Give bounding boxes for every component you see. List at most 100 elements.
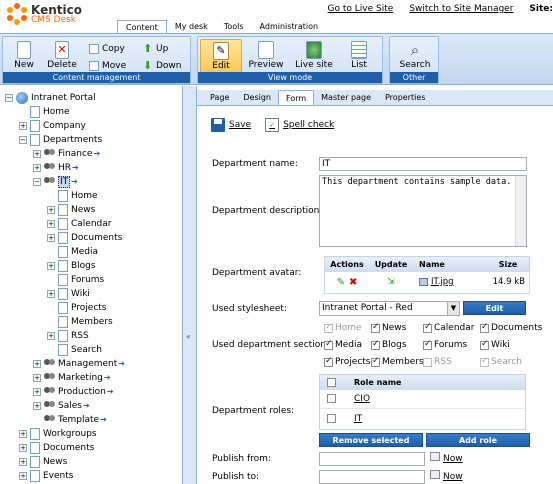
expand-icon[interactable]: + [47, 205, 55, 214]
tree-item-it[interactable]: − IT ➔ [33, 175, 78, 188]
edit-pencil-icon[interactable]: ✎ [337, 277, 345, 288]
section-checkbox[interactable] [371, 339, 380, 350]
add-role-button[interactable]: Add role [426, 433, 530, 447]
tree-item-it-documents[interactable]: + Documents [47, 231, 122, 244]
edit-mode-button[interactable]: ✎ Edit [200, 39, 242, 73]
section-documents[interactable]: Documents [480, 322, 542, 333]
tab-administration[interactable]: Administration [252, 20, 327, 33]
avatar-file-link[interactable]: IT.jpg [431, 277, 454, 287]
tree-item-hr[interactable]: + HR ➔ [33, 161, 79, 174]
collapse-icon[interactable]: − [5, 93, 13, 102]
section-members[interactable]: Members [371, 356, 424, 367]
tree-item-company[interactable]: + Company [19, 119, 86, 132]
expand-icon[interactable]: + [47, 219, 55, 228]
tree-item-sales[interactable]: + Sales ➔ [33, 399, 90, 412]
tree-item-it-rss[interactable]: + RSS [47, 329, 89, 342]
tree-item-it-news[interactable]: + News [47, 203, 95, 216]
textarea-scrollbar[interactable] [515, 176, 526, 246]
tree-item-management[interactable]: + Management ➔ [33, 357, 125, 370]
section-checkbox[interactable] [480, 322, 489, 333]
list-button[interactable]: List [340, 39, 378, 73]
tree-root[interactable]: − Intranet Portal [5, 91, 96, 104]
publish-to-input[interactable] [319, 470, 425, 484]
section-checkbox[interactable] [423, 322, 432, 333]
save-button[interactable]: Save [211, 118, 251, 132]
expand-icon[interactable]: + [33, 149, 41, 158]
switch-to-site-manager-link[interactable]: Switch to Site Manager [409, 4, 513, 14]
tab-design[interactable]: Design [236, 90, 278, 105]
preview-button[interactable]: Preview [246, 39, 286, 73]
tree-item-it-calendar[interactable]: + Calendar [47, 217, 111, 230]
tree-item-workgroups[interactable]: + Workgroups [19, 427, 97, 440]
expand-icon[interactable]: + [33, 373, 41, 382]
tab-master-page[interactable]: Master page [314, 90, 378, 105]
section-calendar[interactable]: Calendar [423, 322, 474, 333]
delete-button[interactable]: ✕ Delete [43, 39, 81, 73]
panel-splitter[interactable]: « [183, 86, 197, 484]
tree-item-it-projects[interactable]: Projects [58, 301, 106, 314]
chevron-down-icon[interactable]: ▼ [447, 302, 459, 315]
expand-icon[interactable]: + [19, 429, 27, 438]
tree-item-finance[interactable]: + Finance ➔ [33, 147, 100, 160]
section-projects[interactable]: Projects [324, 356, 370, 367]
section-checkbox[interactable] [371, 356, 380, 367]
section-media[interactable]: Media [324, 339, 362, 350]
tree-item-news[interactable]: + News [19, 455, 67, 468]
expand-icon[interactable]: + [47, 233, 55, 242]
expand-icon[interactable]: + [19, 121, 27, 130]
remove-selected-button[interactable]: Remove selected [319, 433, 423, 447]
delete-x-icon[interactable]: ✖ [349, 277, 357, 288]
publish-from-input[interactable] [319, 452, 425, 466]
role-link-cio[interactable]: CIO [344, 394, 370, 404]
tree-item-production[interactable]: + Production ➔ [33, 385, 114, 398]
expand-icon[interactable]: + [33, 163, 41, 172]
upload-icon[interactable]: ⇲ [387, 277, 395, 287]
tree-item-template[interactable]: Template ➔ [44, 413, 107, 426]
calendar-icon[interactable] [430, 452, 440, 461]
expand-icon[interactable]: + [19, 443, 27, 452]
new-button[interactable]: New [5, 39, 43, 73]
collapse-icon[interactable]: − [19, 135, 27, 144]
expand-icon[interactable]: + [47, 261, 55, 270]
tab-page[interactable]: Page [203, 90, 236, 105]
section-checkbox[interactable] [423, 339, 432, 350]
live-site-button[interactable]: Live site [292, 39, 336, 73]
tree-item-it-members[interactable]: Members [58, 315, 113, 328]
down-button[interactable]: ⬇ Down [143, 59, 182, 72]
collapse-icon[interactable]: − [33, 177, 41, 186]
tree-item-documents[interactable]: + Documents [19, 441, 94, 454]
role-link-it[interactable]: IT [344, 414, 362, 424]
tree-item-it-search[interactable]: Search [58, 343, 102, 356]
dept-name-input[interactable]: IT [319, 157, 527, 171]
tab-form[interactable]: Form [278, 90, 315, 105]
tree-item-departments[interactable]: − Departments [19, 133, 102, 146]
section-checkbox[interactable] [371, 322, 380, 333]
calendar-icon[interactable] [430, 470, 440, 479]
section-blogs[interactable]: Blogs [371, 339, 407, 350]
expand-icon[interactable]: + [47, 289, 55, 298]
spell-check-button[interactable]: ✓ Spell check [265, 118, 334, 132]
tab-properties[interactable]: Properties [378, 90, 432, 105]
go-to-live-site-link[interactable]: Go to Live Site [328, 4, 394, 14]
move-button[interactable]: Move [89, 59, 126, 72]
dept-desc-textarea[interactable]: This department contains sample data. [319, 175, 527, 247]
tree-item-it-wiki[interactable]: + Wiki [47, 287, 90, 300]
section-wiki[interactable]: Wiki [480, 339, 510, 350]
publish-to-now-link[interactable]: Now [443, 472, 463, 482]
search-button[interactable]: ⌕ Search [394, 39, 436, 73]
tree-item-it-blogs[interactable]: + Blogs [47, 259, 96, 272]
expand-icon[interactable]: + [47, 331, 55, 340]
tree-item-it-home[interactable]: Home [58, 189, 98, 202]
section-forums[interactable]: Forums [423, 339, 467, 350]
expand-icon[interactable]: + [19, 471, 27, 480]
expand-icon[interactable]: + [33, 387, 41, 396]
role-checkbox[interactable] [326, 394, 336, 403]
tree-item-events[interactable]: + Events [19, 469, 73, 482]
expand-icon[interactable]: + [33, 401, 41, 410]
tab-tools[interactable]: Tools [216, 20, 252, 33]
tree-item-home[interactable]: Home [30, 105, 70, 118]
expand-icon[interactable]: + [19, 457, 27, 466]
section-checkbox[interactable] [480, 339, 489, 350]
section-news[interactable]: News [371, 322, 406, 333]
copy-button[interactable]: Copy [89, 42, 125, 55]
